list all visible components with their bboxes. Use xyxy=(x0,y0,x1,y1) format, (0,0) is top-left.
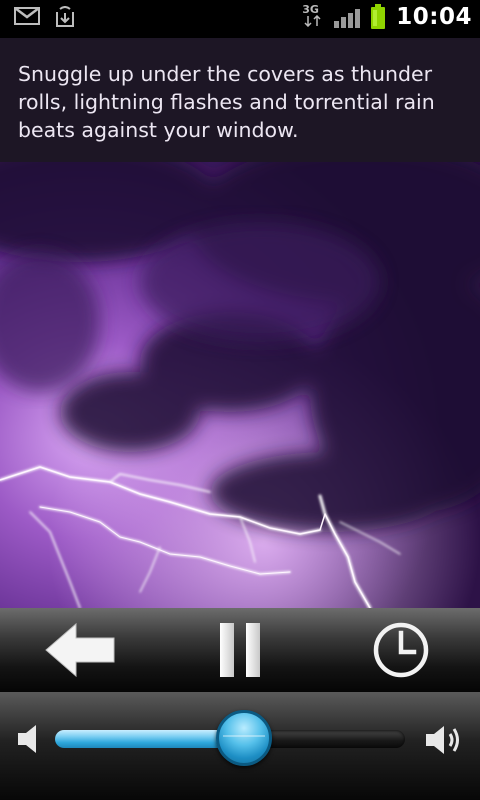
network-type-label: 3G xyxy=(302,3,319,16)
timer-button[interactable] xyxy=(356,608,446,692)
battery-icon xyxy=(370,4,386,30)
pause-icon xyxy=(220,623,260,677)
signal-icon xyxy=(334,6,361,28)
download-icon xyxy=(54,6,76,28)
volume-bar xyxy=(0,692,480,800)
sound-description-panel: Snuggle up under the covers as thunder r… xyxy=(0,38,480,162)
lightning-storm-photo xyxy=(0,162,480,608)
timer-clock-icon xyxy=(373,622,429,678)
3g-data-icon: 3G xyxy=(302,4,324,30)
status-bar: 3G 10:04 xyxy=(0,0,480,38)
back-button[interactable] xyxy=(30,608,126,692)
gmail-icon xyxy=(14,6,40,26)
volume-low-icon[interactable] xyxy=(16,722,40,760)
sound-description: Snuggle up under the covers as thunder r… xyxy=(18,62,435,142)
volume-slider[interactable] xyxy=(55,710,405,766)
back-arrow-icon xyxy=(45,622,115,678)
volume-high-icon[interactable] xyxy=(424,722,466,762)
status-clock: 10:04 xyxy=(396,4,472,30)
volume-slider-thumb[interactable] xyxy=(216,710,272,766)
playback-controls xyxy=(0,608,480,692)
pause-button[interactable] xyxy=(192,608,288,692)
